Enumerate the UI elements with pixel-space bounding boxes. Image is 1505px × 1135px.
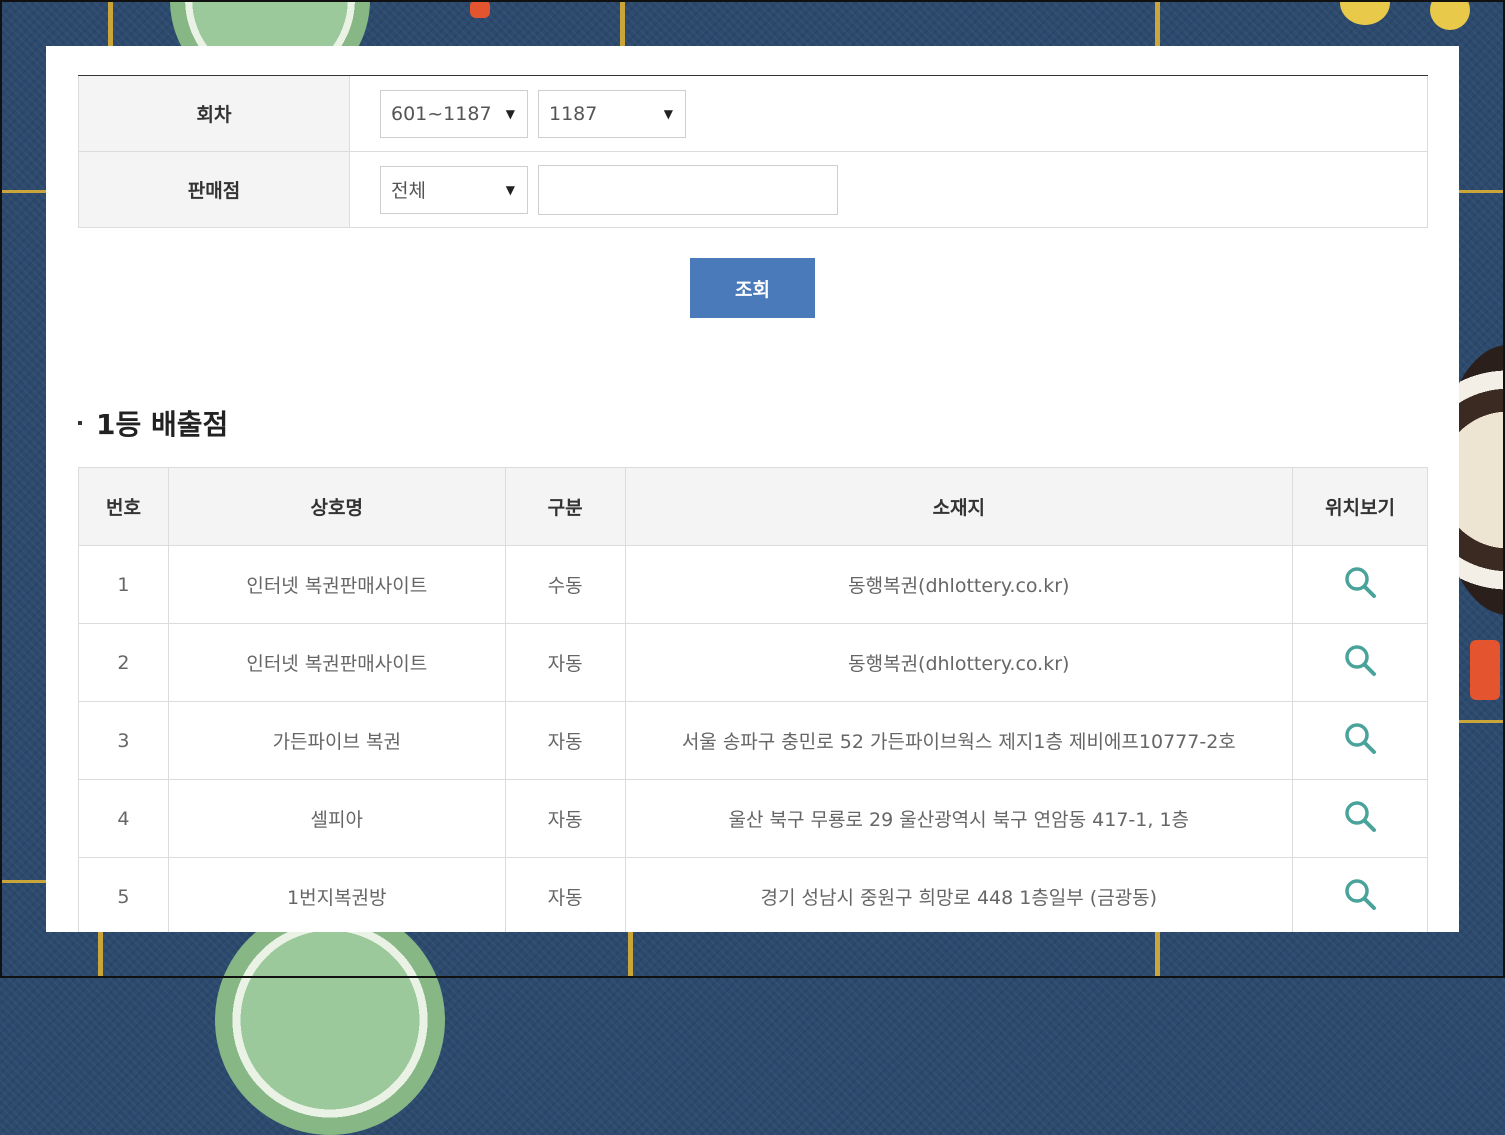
background-line <box>620 0 625 46</box>
search-icon[interactable] <box>1343 799 1377 833</box>
search-icon[interactable] <box>1343 721 1377 755</box>
shop-name-input[interactable] <box>538 164 838 215</box>
cell-type: 자동 <box>504 701 626 780</box>
round-row: 회차 601~1187 ▼ 1187 ▼ <box>78 76 1428 152</box>
cell-location <box>1292 623 1428 702</box>
background-line <box>1459 190 1505 193</box>
cell-no: 5 <box>78 857 169 932</box>
cell-location <box>1292 779 1428 858</box>
cell-name: 인터넷 복권판매사이트 <box>167 545 506 624</box>
round-select[interactable]: 1187 ▼ <box>538 89 686 138</box>
table-row: 2 인터넷 복권판매사이트 자동 동행복권(dhlottery.co.kr) <box>78 623 1428 702</box>
table-row: 4 셀피아 자동 울산 북구 무룡로 29 울산광역시 북구 연암동 417-1… <box>78 779 1428 858</box>
section-title-text: 1등 배출점 <box>96 408 229 441</box>
round-label: 회차 <box>78 76 350 151</box>
background-line <box>1459 720 1505 723</box>
background-line <box>0 190 46 193</box>
header-no: 번호 <box>78 467 169 546</box>
background-line <box>98 932 103 978</box>
round-range-select[interactable]: 601~1187 ▼ <box>380 89 528 138</box>
casino-chip-image <box>215 905 445 1135</box>
background-decoration <box>1430 0 1470 30</box>
background-decoration <box>470 0 490 18</box>
chevron-down-icon: ▼ <box>505 106 515 121</box>
background-line <box>1155 0 1160 46</box>
shop-row: 판매점 전체 ▼ <box>78 152 1428 228</box>
header-type: 구분 <box>504 467 626 546</box>
table-row: 3 가든파이브 복권 자동 서울 송파구 충민로 52 가든파이브웍스 제지1층… <box>78 701 1428 780</box>
background-decoration <box>1470 640 1500 700</box>
results-table: 번호 상호명 구분 소재지 위치보기 1 인터넷 복권판매사이트 수동 동행복권… <box>78 467 1428 932</box>
round-field: 601~1187 ▼ 1187 ▼ <box>350 76 1428 151</box>
cell-location <box>1292 545 1428 624</box>
cell-address: 동행복권(dhlottery.co.kr) <box>624 545 1294 624</box>
header-location: 위치보기 <box>1292 467 1428 546</box>
cell-location <box>1292 857 1428 932</box>
background-line <box>1155 932 1160 978</box>
cell-no: 4 <box>78 779 169 858</box>
search-icon[interactable] <box>1343 877 1377 911</box>
chevron-down-icon: ▼ <box>663 106 673 121</box>
background-line <box>628 932 633 978</box>
round-value: 1187 <box>549 102 598 125</box>
chevron-down-icon: ▼ <box>505 182 515 197</box>
search-button[interactable]: 조회 <box>690 258 815 318</box>
background-decoration <box>1340 0 1390 25</box>
table-header-row: 번호 상호명 구분 소재지 위치보기 <box>78 467 1428 546</box>
search-icon[interactable] <box>1343 643 1377 677</box>
bullet-icon <box>78 421 82 425</box>
shop-label: 판매점 <box>78 152 350 227</box>
search-icon[interactable] <box>1343 565 1377 599</box>
search-form: 회차 601~1187 ▼ 1187 ▼ 판매점 전체 ▼ <box>78 75 1428 228</box>
cell-address: 서울 송파구 충민로 52 가든파이브웍스 제지1층 제비에프10777-2호 <box>624 701 1294 780</box>
cell-name: 1번지복권방 <box>167 857 506 932</box>
background-line <box>0 880 46 883</box>
section-title: 1등 배출점 <box>78 403 228 443</box>
cell-name: 셀피아 <box>167 779 506 858</box>
cell-type: 자동 <box>504 623 626 702</box>
round-range-value: 601~1187 <box>391 102 492 125</box>
cell-type: 자동 <box>504 857 626 932</box>
cell-address: 동행복권(dhlottery.co.kr) <box>624 623 1294 702</box>
cell-address: 경기 성남시 중원구 희망로 448 1층일부 (금광동) <box>624 857 1294 932</box>
cell-no: 3 <box>78 701 169 780</box>
cell-type: 수동 <box>504 545 626 624</box>
shop-type-select[interactable]: 전체 ▼ <box>380 165 528 214</box>
cell-address: 울산 북구 무룡로 29 울산광역시 북구 연암동 417-1, 1층 <box>624 779 1294 858</box>
main-panel: 회차 601~1187 ▼ 1187 ▼ 판매점 전체 ▼ 조회 1등 배출점 … <box>46 46 1459 932</box>
table-row: 5 1번지복권방 자동 경기 성남시 중원구 희망로 448 1층일부 (금광동… <box>78 857 1428 932</box>
cell-no: 1 <box>78 545 169 624</box>
cell-name: 가든파이브 복권 <box>167 701 506 780</box>
shop-type-value: 전체 <box>391 180 426 202</box>
cell-location <box>1292 701 1428 780</box>
cell-name: 인터넷 복권판매사이트 <box>167 623 506 702</box>
cell-no: 2 <box>78 623 169 702</box>
header-name: 상호명 <box>167 467 506 546</box>
header-address: 소재지 <box>624 467 1294 546</box>
shop-field: 전체 ▼ <box>350 152 1428 227</box>
background-line <box>108 0 113 46</box>
cell-type: 자동 <box>504 779 626 858</box>
table-row: 1 인터넷 복권판매사이트 수동 동행복권(dhlottery.co.kr) <box>78 545 1428 624</box>
